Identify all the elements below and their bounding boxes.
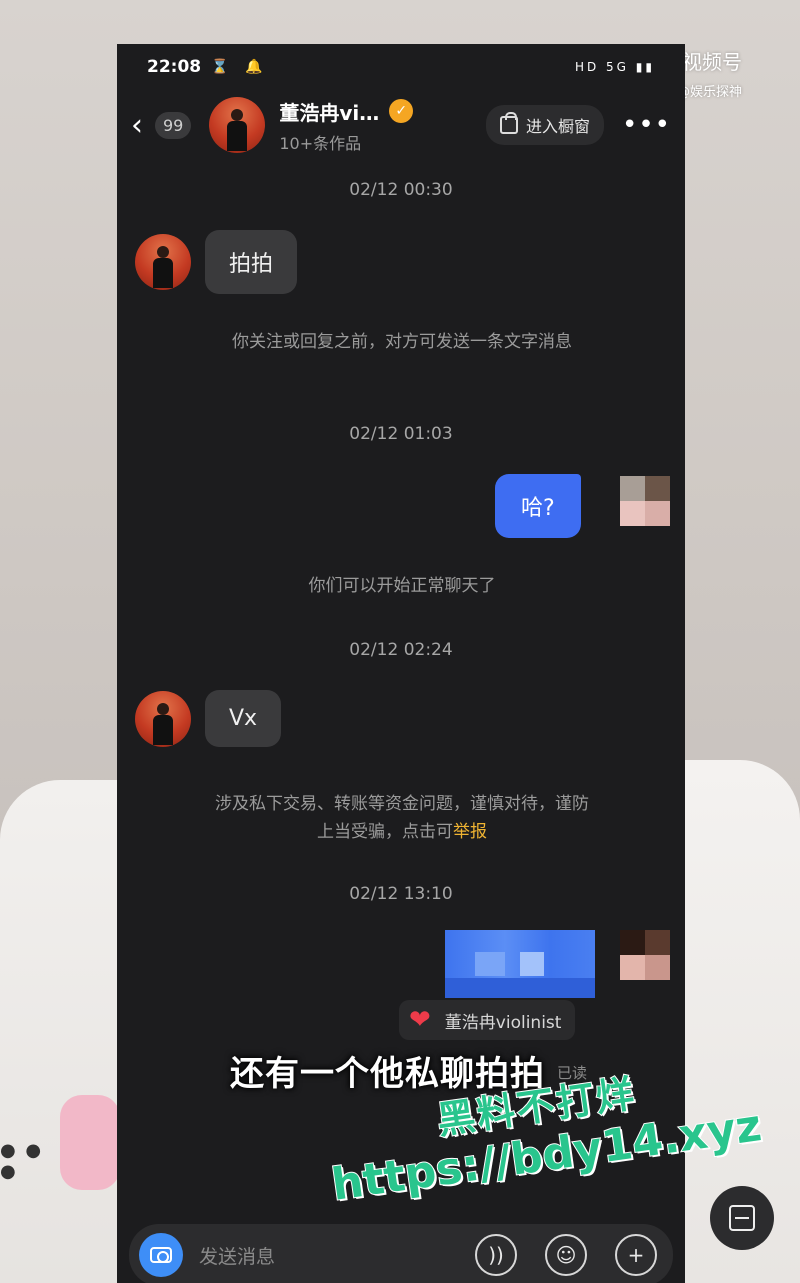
sender-avatar[interactable] — [135, 234, 191, 290]
reaction-chip[interactable]: ❤ 董浩冉violinist — [399, 1000, 576, 1040]
fraud-warning-notice: 涉及私下交易、转账等资金问题，谨慎对待，谨防上当受骗，点击可举报 — [207, 790, 597, 846]
verified-check-icon: ✓ — [389, 99, 414, 123]
back-arrow-icon[interactable]: ‹ — [131, 108, 153, 143]
status-left-icons: ⌛ 🔔 — [211, 59, 269, 75]
message-input[interactable]: 发送消息 — [199, 1242, 275, 1269]
outgoing-image-blurred[interactable] — [445, 930, 595, 998]
report-link[interactable]: 举报 — [453, 822, 487, 842]
chat-header: ‹ 99 董浩冉vi… ✓ 10+条作品 进入橱窗 ••• — [117, 96, 685, 154]
fraud-warning-text: 涉及私下交易、转账等资金问题，谨慎对待，谨防上当受骗，点击可 — [215, 794, 589, 842]
incoming-message: 拍拍 — [135, 230, 298, 294]
scan-icon — [729, 1205, 755, 1231]
add-icon[interactable]: + — [615, 1234, 657, 1276]
timestamp: 02/12 00:30 — [349, 180, 453, 200]
message-bubble[interactable]: Vx — [205, 690, 282, 747]
contact-name: 董浩冉vi… — [279, 100, 380, 125]
sender-avatar[interactable] — [135, 690, 191, 747]
scan-button[interactable] — [710, 1186, 774, 1250]
contact-avatar[interactable] — [209, 97, 266, 153]
camera-button[interactable] — [139, 1233, 183, 1277]
outgoing-message-bubble[interactable]: 哈? — [495, 474, 581, 538]
status-right-icons: HD 5G ▮▮ — [574, 60, 655, 74]
status-bar: 22:08 ⌛ 🔔 HD 5G ▮▮ — [117, 44, 685, 90]
enter-showcase-button[interactable]: 进入橱窗 — [485, 105, 604, 145]
timestamp: 02/12 02:24 — [349, 640, 453, 660]
voice-icon[interactable]: )) — [475, 1234, 517, 1276]
camera-icon — [150, 1247, 172, 1263]
system-notice: 你们可以开始正常聊天了 — [308, 576, 496, 596]
contact-works-count: 10+条作品 — [279, 133, 362, 153]
shopping-bag-icon — [499, 112, 518, 134]
heart-icon: ❤ — [409, 1005, 431, 1035]
self-avatar-mosaic[interactable] — [620, 930, 670, 980]
status-time: 22:08 — [147, 57, 202, 77]
more-options-icon[interactable]: ••• — [622, 110, 671, 140]
incoming-message: Vx — [135, 690, 282, 747]
contact-info[interactable]: 董浩冉vi… ✓ 10+条作品 — [279, 97, 414, 154]
background-pink-object — [60, 1095, 120, 1190]
message-bubble[interactable]: 拍拍 — [205, 230, 298, 294]
message-input-bar: 发送消息 )) ☺ + — [129, 1224, 673, 1283]
shop-button-label: 进入橱窗 — [525, 117, 590, 136]
background-bracelet: ● ● ● — [0, 1140, 44, 1182]
system-notice: 你关注或回复之前，对方可发送一条文字消息 — [232, 332, 572, 352]
timestamp: 02/12 01:03 — [349, 424, 453, 444]
unread-count-badge[interactable]: 99 — [155, 111, 192, 139]
reaction-user-name: 董浩冉violinist — [444, 1012, 562, 1033]
timestamp: 02/12 13:10 — [349, 884, 453, 904]
emoji-icon[interactable]: ☺ — [545, 1234, 587, 1276]
self-avatar-mosaic[interactable] — [620, 476, 670, 526]
